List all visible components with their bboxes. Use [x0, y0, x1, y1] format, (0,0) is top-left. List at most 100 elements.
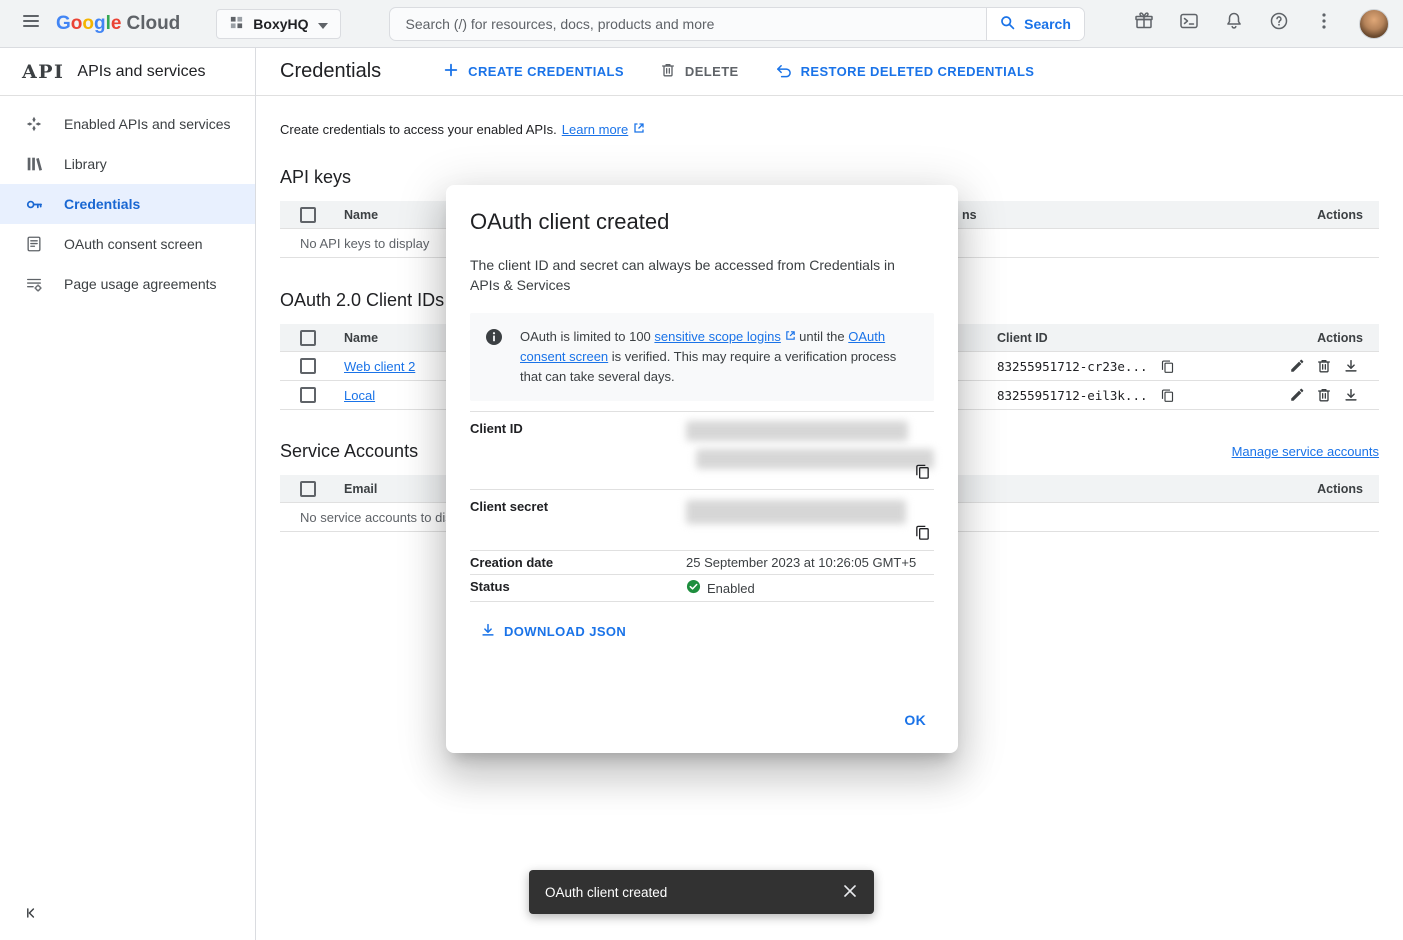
client-id-value: 83255951712-eil3k...: [997, 388, 1148, 403]
copy-client-secret-button[interactable]: [912, 522, 932, 542]
column-header-actions: Actions: [1259, 331, 1379, 345]
manage-service-accounts-link[interactable]: Manage service accounts: [1232, 444, 1379, 459]
logo-letter: G: [56, 13, 71, 35]
row-checkbox[interactable]: [300, 387, 316, 403]
external-link-icon: [633, 122, 645, 137]
creation-date-label: Creation date: [470, 551, 686, 574]
delete-icon[interactable]: [1314, 385, 1334, 405]
status-value: Enabled: [686, 575, 934, 601]
sidebar-item-credentials[interactable]: Credentials: [0, 184, 255, 224]
client-secret-field: Client secret: [470, 490, 934, 551]
logo-letter: o: [82, 13, 94, 35]
sidebar-item-label: Credentials: [64, 196, 140, 212]
search-input[interactable]: [390, 8, 986, 40]
download-icon[interactable]: [1341, 356, 1361, 376]
enabled-apis-icon: [24, 114, 44, 134]
edit-icon[interactable]: [1287, 356, 1307, 376]
restore-deleted-credentials-button[interactable]: RESTORE DELETED CREDENTIALS: [765, 55, 1045, 89]
page-header: Credentials CREATE CREDENTIALS DELETE RE…: [256, 48, 1403, 96]
chevron-down-icon: [318, 16, 328, 32]
undo-icon: [775, 62, 792, 82]
redacted-text: [696, 449, 934, 469]
delete-button[interactable]: DELETE: [650, 55, 749, 88]
project-selector[interactable]: BoxyHQ: [216, 9, 340, 39]
consent-screen-icon: [24, 234, 44, 254]
copy-icon[interactable]: [1158, 356, 1178, 376]
sidebar-item-label: Page usage agreements: [64, 276, 217, 292]
google-cloud-console: Google Cloud BoxyHQ Search: [0, 0, 1403, 940]
client-id-value: 83255951712-cr23e...: [997, 359, 1148, 374]
dialog-fields: Client ID Client secret: [470, 411, 934, 602]
delete-label: DELETE: [685, 64, 739, 79]
api-product-logo: API: [22, 61, 64, 83]
bell-icon: [1224, 11, 1244, 36]
redacted-text: [686, 421, 908, 441]
create-credentials-label: CREATE CREDENTIALS: [468, 64, 624, 79]
sensitive-scope-logins-link[interactable]: sensitive scope logins: [654, 329, 780, 344]
notice-pre: OAuth is limited to 100: [520, 329, 654, 344]
client-name-link[interactable]: Web client 2: [344, 359, 415, 374]
select-all-checkbox[interactable]: [300, 481, 316, 497]
sidebar-title: APIs and services: [77, 63, 205, 81]
sidebar-item-label: Library: [64, 156, 107, 172]
collapse-sidebar-button[interactable]: [18, 902, 44, 928]
sidebar-item-library[interactable]: Library: [0, 144, 255, 184]
logo-cloud-text: Cloud: [126, 13, 180, 35]
search-button[interactable]: Search: [986, 8, 1084, 40]
create-credentials-button[interactable]: CREATE CREDENTIALS: [433, 55, 634, 88]
download-json-button[interactable]: DOWNLOAD JSON: [472, 616, 634, 647]
download-icon: [480, 622, 496, 641]
search-button-label: Search: [1024, 16, 1071, 32]
creation-date-field: Creation date 25 September 2023 at 10:26…: [470, 551, 934, 575]
column-header-client-id: Client ID: [997, 331, 1259, 345]
restore-label: RESTORE DELETED CREDENTIALS: [801, 64, 1035, 79]
notifications-button[interactable]: [1215, 5, 1253, 43]
sidebar-item-label: Enabled APIs and services: [64, 116, 231, 132]
copy-client-id-button[interactable]: [912, 461, 932, 481]
sidebar: API APIs and services Enabled APIs and s…: [0, 48, 256, 940]
learn-more-link[interactable]: Learn more: [562, 122, 628, 137]
intro-text: Create credentials to access your enable…: [280, 122, 1379, 137]
client-id-value-redacted: [686, 412, 934, 489]
sidebar-nav: Enabled APIs and services Library Creden…: [0, 96, 255, 304]
hamburger-icon: [21, 11, 41, 36]
copy-icon[interactable]: [1158, 385, 1178, 405]
sidebar-item-oauth-consent[interactable]: OAuth consent screen: [0, 224, 255, 264]
check-circle-icon: [686, 579, 701, 597]
free-trial-gift-button[interactable]: [1125, 5, 1163, 43]
client-name-link[interactable]: Local: [344, 388, 375, 403]
column-header-partial: ns: [962, 201, 977, 228]
logo-letter: g: [94, 13, 106, 35]
row-checkbox[interactable]: [300, 358, 316, 374]
sidebar-header: API APIs and services: [0, 48, 255, 96]
key-icon: [24, 194, 44, 214]
terminal-icon: [1179, 11, 1199, 36]
search-icon: [999, 14, 1016, 34]
logo-letter: e: [111, 13, 122, 35]
help-button[interactable]: [1260, 5, 1298, 43]
snackbar-message: OAuth client created: [545, 885, 832, 900]
project-icon: [229, 15, 244, 33]
download-icon[interactable]: [1341, 385, 1361, 405]
client-id-label: Client ID: [470, 412, 686, 489]
more-vert-icon: [1314, 11, 1334, 36]
edit-icon[interactable]: [1287, 385, 1307, 405]
select-all-checkbox[interactable]: [300, 207, 316, 223]
select-all-checkbox[interactable]: [300, 330, 316, 346]
main-menu-button[interactable]: [12, 5, 50, 43]
more-options-button[interactable]: [1305, 5, 1343, 43]
sidebar-item-enabled-apis[interactable]: Enabled APIs and services: [0, 104, 255, 144]
plus-icon: [443, 62, 459, 81]
column-header-actions: Actions: [1259, 482, 1379, 496]
oauth-client-created-dialog: OAuth client created The client ID and s…: [446, 185, 958, 753]
account-avatar[interactable]: [1359, 9, 1389, 39]
column-header-actions: Actions: [1259, 208, 1379, 222]
ok-button[interactable]: OK: [892, 703, 938, 737]
topbar: Google Cloud BoxyHQ Search: [0, 0, 1403, 48]
sidebar-item-page-usage-agreements[interactable]: Page usage agreements: [0, 264, 255, 304]
notice-mid: until the: [796, 329, 849, 344]
delete-icon[interactable]: [1314, 356, 1334, 376]
status-field: Status Enabled: [470, 575, 934, 602]
snackbar-close-button[interactable]: [832, 874, 868, 910]
cloud-shell-button[interactable]: [1170, 5, 1208, 43]
